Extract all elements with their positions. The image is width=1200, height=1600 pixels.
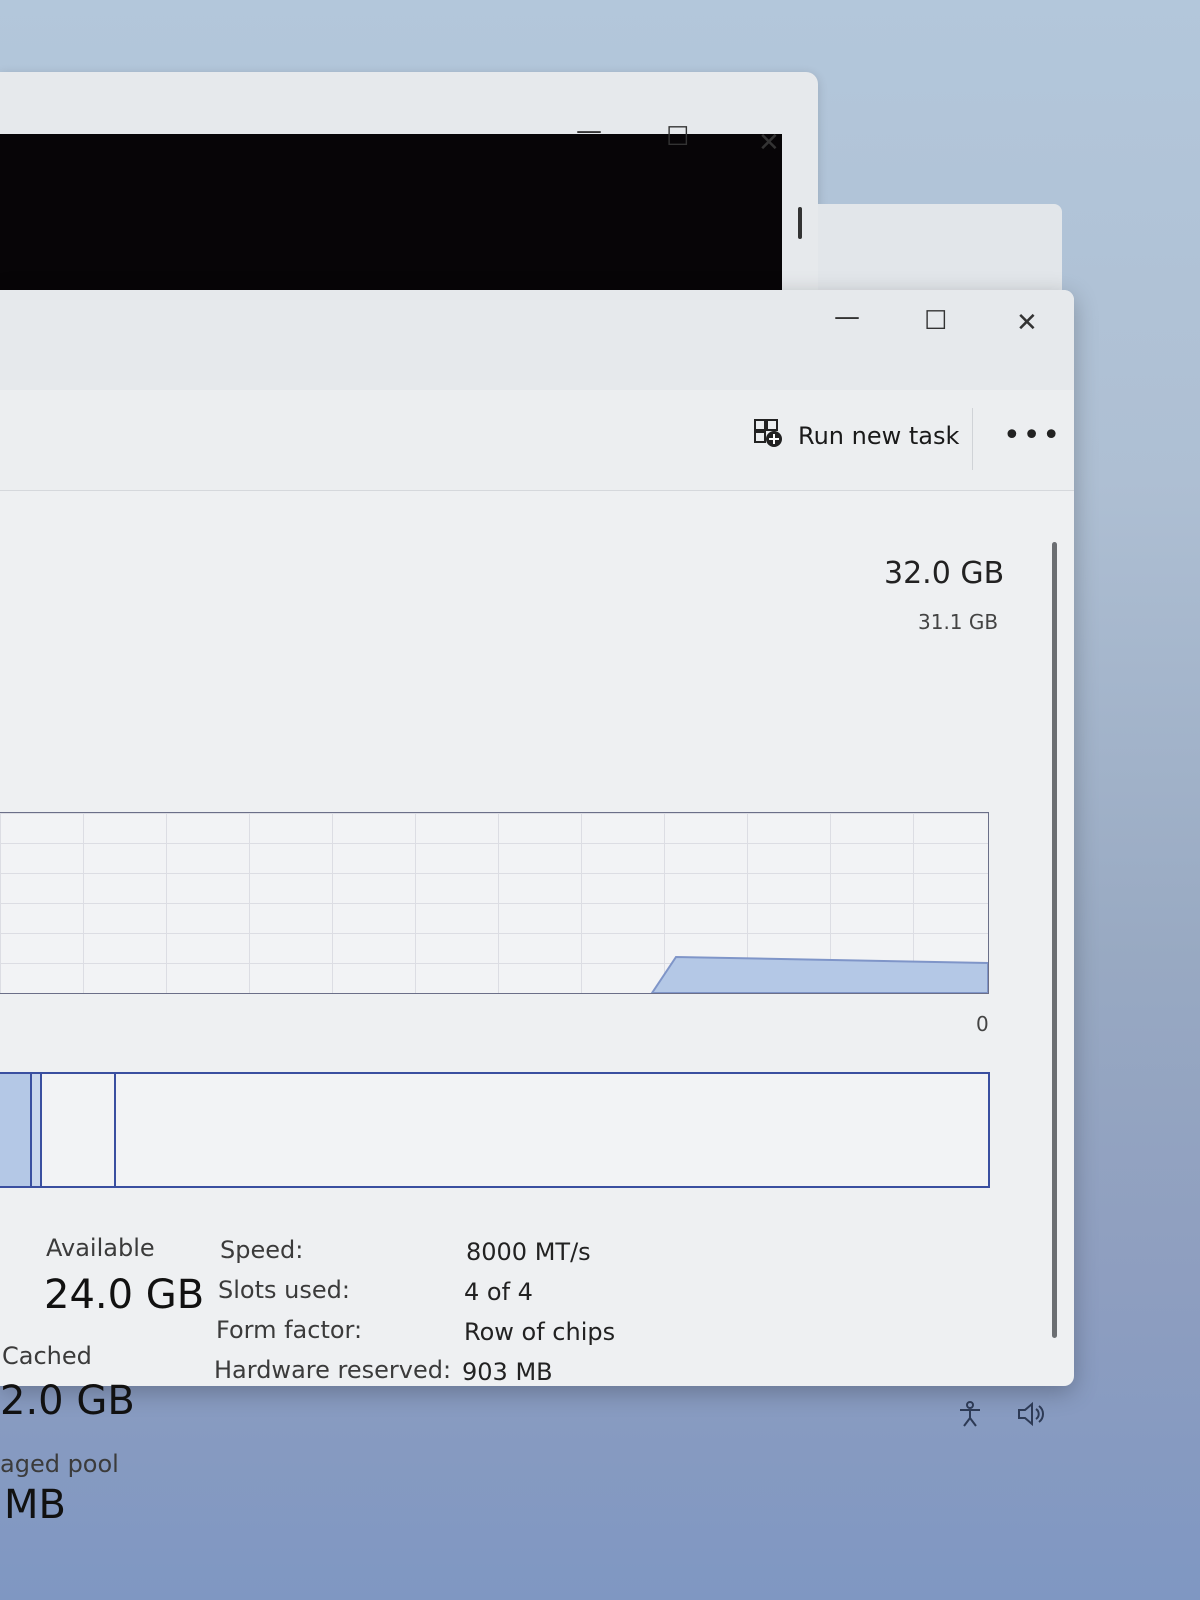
available-label: Available [46,1234,155,1262]
title-bar[interactable]: — ☐ ✕ [0,290,1074,390]
available-value: 24.0 GB [44,1272,205,1318]
task-manager-window[interactable]: — ☐ ✕ Run new task ••• 32.0 GB 31.1 GB 0 [0,290,1074,1528]
accessibility-icon[interactable] [956,1400,984,1435]
memory-total: 32.0 GB [884,556,1005,591]
paged-pool-value: MB [4,1482,66,1528]
composition-free [116,1074,986,1186]
run-new-task-label: Run new task [798,422,960,450]
memory-usage-area [650,955,988,993]
graph-min-label: 0 [976,1012,989,1036]
memory-usage-graph [0,812,989,994]
background-window-scrollbar[interactable] [798,207,802,239]
maximize-button[interactable]: ☐ [924,308,947,334]
background-window-content [0,134,782,292]
speed-value: 8000 MT/s [466,1238,591,1266]
hardware-reserved-label: Hardware reserved: [214,1356,452,1384]
close-button[interactable]: ✕ [758,130,780,156]
toolbar-separator [972,408,973,470]
cached-value: 2.0 GB [0,1378,135,1424]
cached-label: Cached [2,1342,92,1370]
run-task-icon [752,417,784,455]
paged-pool-label: aged pool [0,1450,119,1478]
vertical-scrollbar[interactable] [1052,542,1057,1338]
slots-used-value: 4 of 4 [464,1278,533,1306]
minimize-button[interactable]: — [576,118,602,144]
background-window[interactable]: — ☐ ✕ [0,72,818,304]
form-factor-value: Row of chips [464,1318,616,1346]
run-new-task-button[interactable]: Run new task [752,414,959,458]
memory-usage-chart [650,955,988,993]
memory-composition-bar [0,1072,990,1188]
hardware-reserved-value: 903 MB [462,1358,553,1386]
graph-max-label: 31.1 GB [918,610,999,634]
speed-label: Speed: [220,1236,304,1264]
more-options-button[interactable]: ••• [1003,418,1062,453]
composition-in-use [0,1074,32,1186]
maximize-button[interactable]: ☐ [666,124,689,150]
minimize-button[interactable]: — [834,304,860,330]
volume-icon[interactable] [1016,1400,1046,1435]
form-factor-label: Form factor: [216,1316,363,1344]
composition-modified [32,1074,42,1186]
memory-panel: 32.0 GB 31.1 GB 0 Available 24.0 GB Cach… [0,492,1050,1528]
composition-standby [42,1074,116,1186]
close-button[interactable]: ✕ [1016,310,1038,336]
slots-used-label: Slots used: [218,1276,350,1304]
